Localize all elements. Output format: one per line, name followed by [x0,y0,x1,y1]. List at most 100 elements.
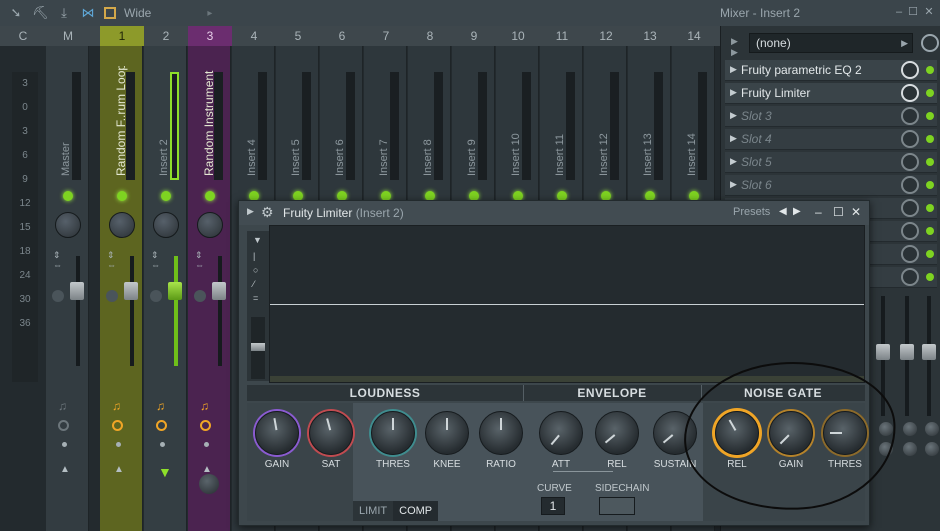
arrows-icon[interactable]: ⇕ ⇔ [53,250,62,270]
tab-comp[interactable]: COMP [393,501,439,521]
close-icon[interactable]: ✕ [851,205,861,219]
slot-mix-knob[interactable] [901,268,919,286]
line-icon[interactable]: | [253,251,255,261]
effect-slot-6[interactable]: ▶ Slot 6 [725,175,937,196]
pan-knob[interactable] [153,212,179,238]
slot-enable-led[interactable] [926,66,934,74]
plugin-menu-icon[interactable]: ▶ [247,206,254,217]
slot-enable-led[interactable] [926,89,934,97]
header-12[interactable]: 12 [584,26,628,46]
slot-enable-led[interactable] [926,204,934,212]
slot-enable-led[interactable] [926,158,934,166]
volume-fader[interactable] [124,282,138,300]
slot-mix-knob[interactable] [901,130,919,148]
enable-led[interactable] [205,191,215,201]
wide-label[interactable]: Wide [124,6,151,20]
slot-mix-knob[interactable] [901,222,919,240]
bell-icon[interactable]: ♫ [112,399,121,413]
header-c[interactable]: C [4,26,42,46]
route-knob[interactable] [199,474,219,494]
slot-mix-knob[interactable] [901,199,919,217]
latency-clock-icon[interactable] [921,34,939,52]
enable-led[interactable] [117,191,127,201]
route-arrow-icon[interactable]: ▲ [114,464,124,475]
plugin-titlebar[interactable]: ▶ ⚙ Fruity Limiter (Insert 2) Presets ◀ … [239,201,869,225]
clock-icon[interactable] [156,420,167,431]
mixer-strip-insert-2[interactable]: Insert 2 ⇕ ⇔ ♫ ▼ [144,46,187,531]
rel-knob[interactable] [595,411,639,455]
enable-led[interactable] [161,191,171,201]
effect-slot-3[interactable]: ▶ Slot 3 [725,106,937,127]
header-4[interactable]: 4 [232,26,276,46]
arrows-icon[interactable]: ⇕ ⇔ [107,250,116,270]
slot-mix-knob[interactable] [901,61,919,79]
header-2[interactable]: 2 [144,26,188,46]
pan-knob[interactable] [109,212,135,238]
minimize-icon[interactable]: – [815,205,822,219]
close-icon[interactable]: ✕ [922,5,936,19]
route-dot[interactable] [204,442,209,447]
mixer-strip-insert-1[interactable]: Random F..rum Loop ⇕ ⇔ ♫ ▲ [100,46,143,531]
enable-led[interactable] [63,191,73,201]
header-6[interactable]: 6 [320,26,364,46]
gain-knob[interactable] [255,411,299,455]
slot-expand-icon[interactable]: ▶ [730,179,737,190]
arrows-icon[interactable]: ⇕ ⇔ [195,250,204,270]
dropdown-icon[interactable]: ▼ [253,235,262,245]
bell-icon[interactable]: ♫ [58,399,67,413]
download-icon[interactable]: ⤓ [56,5,72,21]
input-dropdown[interactable]: (none) ▶ [749,33,913,53]
chevron-right-icon[interactable]: ▸ [207,8,212,19]
arrow-icon[interactable]: ➘ [8,5,24,21]
effect-slot-5[interactable]: ▶ Slot 5 [725,152,937,173]
header-8[interactable]: 8 [408,26,452,46]
slot-expand-icon[interactable]: ▶ [730,87,737,98]
ratio-knob[interactable] [479,411,523,455]
volume-fader[interactable] [168,282,182,300]
effect-slot-4[interactable]: ▶ Slot 4 [725,129,937,150]
curve-selector[interactable]: 1 [541,497,565,515]
header-13[interactable]: 13 [628,26,672,46]
presets-button[interactable]: Presets [733,206,770,218]
arrows-icon[interactable]: ⇕ ⇔ [151,250,160,270]
send-fader[interactable] [876,344,890,360]
slot-expand-icon[interactable]: ▶ [730,64,737,75]
minimize-icon[interactable]: – [892,5,906,19]
gear-icon[interactable]: ⚙ [261,204,274,221]
equals-icon[interactable]: = [253,293,258,303]
slot-enable-led[interactable] [926,250,934,258]
clock-icon[interactable] [58,420,69,431]
slot-enable-led[interactable] [926,112,934,120]
route-dot[interactable] [62,442,67,447]
route-arrow-down-icon[interactable]: ▼ [158,464,172,480]
header-m[interactable]: M [46,26,90,46]
slot-mix-knob[interactable] [901,245,919,263]
header-11[interactable]: 11 [540,26,584,46]
maximize-icon[interactable]: ☐ [906,5,920,19]
slot-expand-icon[interactable]: ▶ [730,133,737,144]
slot-expand-icon[interactable]: ▶ [730,110,737,121]
eq-knob[interactable] [925,422,939,436]
stereo-knob[interactable] [194,290,206,302]
stereo-knob[interactable] [52,290,64,302]
send-fader[interactable] [922,344,936,360]
slot-mix-knob[interactable] [901,176,919,194]
mixer-strip-master[interactable]: Master ⇕ ⇔ ♫ ▲ [46,46,89,531]
header-9[interactable]: 9 [452,26,496,46]
maximize-icon[interactable]: ☐ [833,205,844,219]
sidechain-selector[interactable] [599,497,635,515]
slot-enable-led[interactable] [926,181,934,189]
slot-expand-icon[interactable]: ▶ [730,156,737,167]
bell-icon[interactable]: ♫ [156,399,165,413]
bell-icon[interactable]: ♫ [200,399,209,413]
display-fader-cap[interactable] [251,343,265,351]
clock-icon[interactable] [112,420,123,431]
volume-fader[interactable] [212,282,226,300]
pan-knob[interactable] [197,212,223,238]
tab-limit[interactable]: LIMIT [353,501,394,521]
header-10[interactable]: 10 [496,26,540,46]
header-1[interactable]: 1 [100,26,144,46]
pan-knob[interactable] [55,212,81,238]
knee-knob[interactable] [425,411,469,455]
send-fader[interactable] [900,344,914,360]
